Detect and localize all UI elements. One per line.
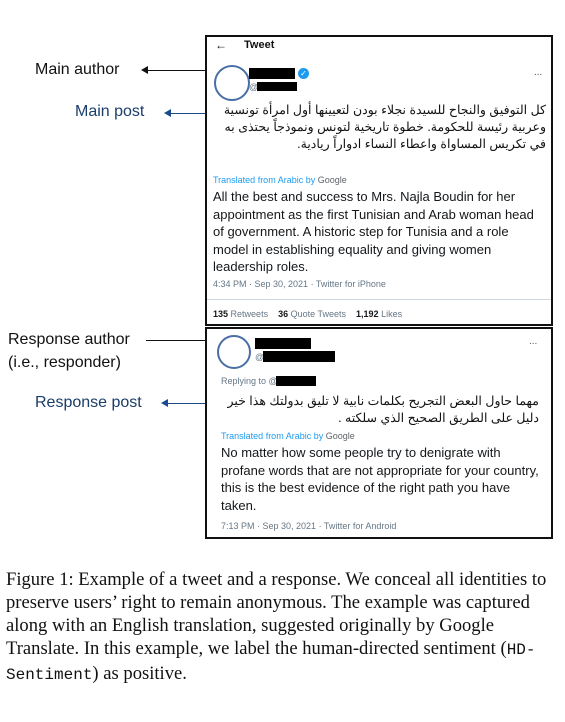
quote-tweets-count[interactable]: 36 — [278, 309, 288, 319]
main-author-arrow — [146, 70, 206, 71]
figure-caption: Figure 1: Example of a tweet and a respo… — [6, 568, 554, 687]
responder-handle-redacted — [263, 351, 335, 362]
back-arrow-icon[interactable]: ← — [215, 38, 227, 52]
response-translated-label[interactable]: Translated from Arabic by Google — [221, 431, 355, 441]
caption-text: Figure 1: Example of a tweet and a respo… — [6, 569, 547, 659]
tweet-stats: 135 Retweets 36 Quote Tweets 1,192 Likes — [213, 309, 402, 319]
response-timestamp[interactable]: 7:13 PM · Sep 30, 2021 · Twitter for And… — [221, 521, 396, 531]
google-logo-icon: Google — [317, 175, 347, 185]
response-more-options-icon[interactable]: ... — [529, 336, 537, 347]
divider — [207, 299, 551, 300]
retweets-count[interactable]: 135 — [213, 309, 228, 319]
main-tweet-panel: ← Tweet ✓ @ ... كل التوفيق والنجاح للسيد… — [205, 35, 553, 326]
response-translated-text: Translated from Arabic by — [221, 431, 324, 441]
caption-suffix: ) as positive. — [92, 663, 187, 684]
responder-avatar[interactable] — [217, 335, 251, 369]
response-post-arabic: مهما حاول البعض التجريح بكلمات نابية لا … — [227, 394, 539, 425]
main-translated-label[interactable]: Translated from Arabic by Google — [213, 175, 347, 185]
response-tweet-panel: @ ... Replying to @ مهما حاول البعض التج… — [205, 327, 553, 539]
retweets-label[interactable]: Retweets — [231, 309, 269, 319]
main-author-label: Main author — [35, 61, 120, 78]
response-google-logo-icon: Google — [325, 431, 355, 441]
replying-to-redacted — [276, 376, 316, 386]
response-post-arrow-head — [161, 399, 168, 407]
response-author-sub-label: (i.e., responder) — [8, 354, 121, 371]
main-author-arrow-head — [141, 66, 148, 74]
quote-tweets-label[interactable]: Quote Tweets — [291, 309, 346, 319]
main-translated-text: Translated from Arabic by — [213, 175, 316, 185]
response-post-english: No matter how some people try to denigra… — [221, 445, 539, 513]
main-timestamp[interactable]: 4:34 PM · Sep 30, 2021 · Twitter for iPh… — [213, 279, 386, 289]
tweet-header-title: Tweet — [244, 39, 275, 51]
likes-count[interactable]: 1,192 — [356, 309, 379, 319]
response-author-label: Response author — [8, 331, 130, 348]
likes-label[interactable]: Likes — [381, 309, 402, 319]
more-options-icon[interactable]: ... — [534, 67, 542, 78]
main-author-name-redacted — [249, 68, 295, 79]
replying-to[interactable]: Replying to @ — [221, 376, 278, 386]
response-post-label: Response post — [35, 394, 142, 411]
main-post-label: Main post — [75, 103, 145, 120]
response-author-arrow — [146, 340, 210, 341]
verified-badge-icon: ✓ — [298, 68, 309, 79]
main-author-handle-redacted — [257, 82, 297, 91]
main-author-avatar[interactable] — [214, 65, 250, 101]
main-post-arrow-head — [164, 109, 171, 117]
responder-name-redacted — [255, 338, 311, 349]
main-post-arabic: كل التوفيق والنجاح للسيدة نجلاء بودن لتع… — [223, 103, 546, 151]
main-post-english: All the best and success to Mrs. Najla B… — [213, 189, 534, 274]
